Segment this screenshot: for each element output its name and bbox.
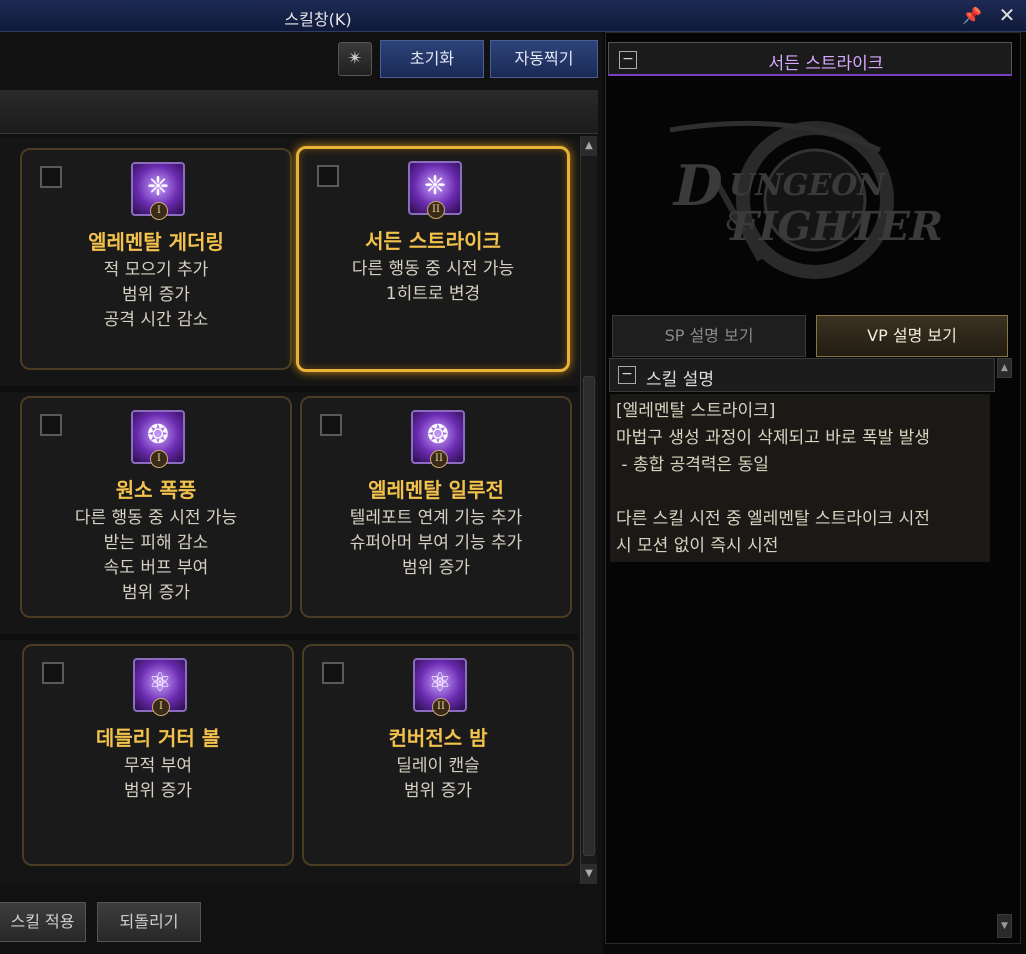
- orb-skill-icon: ⚛ II: [413, 658, 467, 716]
- lightning-skill-icon: ❈ I: [131, 162, 185, 220]
- skill-description-text: [엘레멘탈 스트라이크] 마법구 생성 과정이 삭제되고 바로 폭발 발생 - …: [610, 394, 990, 562]
- skill-card[interactable]: ❂ II 엘레멘탈 일루전 텔레포트 연계 기능 추가 슈퍼아머 부여 기능 추가…: [300, 396, 572, 618]
- tab-vp-description[interactable]: VP 설명 보기: [816, 315, 1008, 357]
- reset-button[interactable]: 초기화: [380, 40, 484, 78]
- skill-card-selected[interactable]: ❈ II 서든 스트라이크 다른 행동 중 시전 가능 1히트로 변경: [296, 146, 570, 372]
- skill-desc-line: 1히트로 변경: [385, 284, 481, 304]
- skill-name: 원소 폭풍: [115, 478, 197, 502]
- rank-badge: I: [150, 450, 168, 468]
- skill-checkbox[interactable]: [317, 165, 339, 187]
- scroll-down-icon[interactable]: ▼: [581, 864, 597, 884]
- skill-desc-line: 딜레이 캔슬: [396, 756, 480, 776]
- skill-filter-icon-button[interactable]: ✴: [338, 42, 372, 76]
- rank-badge: II: [430, 450, 448, 468]
- svg-text:UNGEON: UNGEON: [725, 168, 888, 203]
- skill-card[interactable]: ❂ I 원소 폭풍 다른 행동 중 시전 가능 받는 피해 감소 속도 버프 부여…: [20, 396, 292, 618]
- row-divider: [0, 634, 578, 640]
- category-strip: [0, 90, 598, 134]
- rank-badge: II: [432, 698, 450, 716]
- skill-checkbox[interactable]: [322, 662, 344, 684]
- skill-name: 엘레멘탈 일루전: [368, 478, 504, 502]
- description-line: 다른 스킬 시전 중 엘레멘탈 스트라이크 시전: [616, 509, 930, 529]
- section-title: 스킬 설명: [646, 370, 714, 390]
- detail-header: − 서든 스트라이크: [608, 42, 1012, 76]
- storm-skill-icon: ❂ I: [131, 410, 185, 468]
- svg-text:FIGHTER: FIGHTER: [725, 202, 948, 249]
- collapse-icon[interactable]: −: [619, 51, 637, 69]
- rank-badge: I: [152, 698, 170, 716]
- skill-name: 서든 스트라이크: [365, 229, 501, 253]
- skill-card[interactable]: ⚛ I 데들리 거터 볼 무적 부여 범위 증가: [22, 644, 294, 866]
- window-title: 스킬창(K): [284, 10, 352, 29]
- storm-skill-icon: ❂ II: [411, 410, 465, 468]
- skill-desc: 다른 행동 중 시전 가능 받는 피해 감소 속도 버프 부여 범위 증가: [22, 506, 290, 606]
- skill-desc-line: 슈퍼아머 부여 기능 추가: [349, 533, 523, 553]
- skill-desc-line: 무적 부여: [124, 756, 192, 776]
- auto-assign-button[interactable]: 자동찍기: [490, 40, 598, 78]
- scroll-thumb[interactable]: [583, 376, 595, 856]
- skill-desc-line: 범위 증가: [404, 781, 472, 801]
- skill-desc: 딜레이 캔슬 범위 증가: [304, 754, 572, 804]
- skill-desc-line: 공격 시간 감소: [103, 310, 209, 330]
- apply-skill-button[interactable]: 스킬 적용: [0, 902, 86, 942]
- skill-desc-line: 텔레포트 연계 기능 추가: [349, 508, 523, 528]
- description-section-header[interactable]: − 스킬 설명: [609, 358, 995, 392]
- skill-desc-line: 받는 피해 감소: [103, 533, 209, 553]
- skill-desc-line: 범위 증가: [122, 583, 190, 603]
- tab-sp-description[interactable]: SP 설명 보기: [612, 315, 806, 357]
- scroll-up-icon[interactable]: ▲: [581, 136, 597, 156]
- skill-desc-line: 범위 증가: [402, 558, 470, 578]
- skill-desc: 무적 부여 범위 증가: [24, 754, 292, 804]
- skill-desc: 적 모으기 추가 범위 증가 공격 시간 감소: [22, 258, 290, 333]
- collapse-icon[interactable]: −: [618, 366, 636, 384]
- orb-skill-icon: ⚛ I: [133, 658, 187, 716]
- skill-desc-line: 다른 행동 중 시전 가능: [351, 259, 515, 279]
- rank-badge: II: [427, 201, 445, 219]
- skill-desc-line: 범위 증가: [124, 781, 192, 801]
- skill-checkbox[interactable]: [320, 414, 342, 436]
- description-line: - 총합 공격력은 동일: [616, 455, 769, 475]
- description-line: [엘레멘탈 스트라이크]: [616, 401, 776, 421]
- close-icon[interactable]: ✕: [996, 3, 1018, 27]
- skill-card[interactable]: ❈ I 엘레멘탈 게더링 적 모으기 추가 범위 증가 공격 시간 감소: [20, 148, 292, 370]
- scroll-up-icon[interactable]: ▲: [997, 358, 1012, 378]
- skill-name: 엘레멘탈 게더링: [88, 230, 224, 254]
- description-line: 시 모션 없이 즉시 시전: [616, 536, 779, 556]
- skill-checkbox[interactable]: [40, 414, 62, 436]
- rank-badge: I: [150, 202, 168, 220]
- skill-grid-scrollbar[interactable]: ▲ ▼: [580, 136, 597, 884]
- skill-checkbox[interactable]: [40, 166, 62, 188]
- pin-icon[interactable]: 📌: [962, 6, 982, 26]
- row-divider: [0, 386, 578, 392]
- lightning-skill-icon: ❈ II: [408, 161, 462, 219]
- window-titlebar: 스킬창(K) 📌 ✕: [0, 0, 1026, 32]
- undo-button[interactable]: 되돌리기: [97, 902, 201, 942]
- skill-desc: 다른 행동 중 시전 가능 1히트로 변경: [299, 257, 567, 307]
- scroll-down-icon[interactable]: ▼: [997, 914, 1012, 938]
- detail-title: 서든 스트라이크: [768, 54, 884, 74]
- skill-card[interactable]: ⚛ II 컨버전스 밤 딜레이 캔슬 범위 증가: [302, 644, 574, 866]
- skill-desc-line: 다른 행동 중 시전 가능: [74, 508, 238, 528]
- skill-desc-line: 속도 버프 부여: [103, 558, 209, 578]
- svg-text:D: D: [667, 154, 729, 219]
- description-line: 마법구 생성 과정이 삭제되고 바로 폭발 발생: [616, 428, 930, 448]
- skill-name: 컨버전스 밤: [388, 726, 488, 750]
- skill-desc: 텔레포트 연계 기능 추가 슈퍼아머 부여 기능 추가 범위 증가: [302, 506, 570, 581]
- skill-desc-line: 범위 증가: [122, 285, 190, 305]
- skill-desc-line: 적 모으기 추가: [103, 260, 209, 280]
- game-logo: D UNGEON & FIGHTER: [667, 120, 948, 279]
- skill-checkbox[interactable]: [42, 662, 64, 684]
- skill-name: 데들리 거터 볼: [95, 726, 221, 750]
